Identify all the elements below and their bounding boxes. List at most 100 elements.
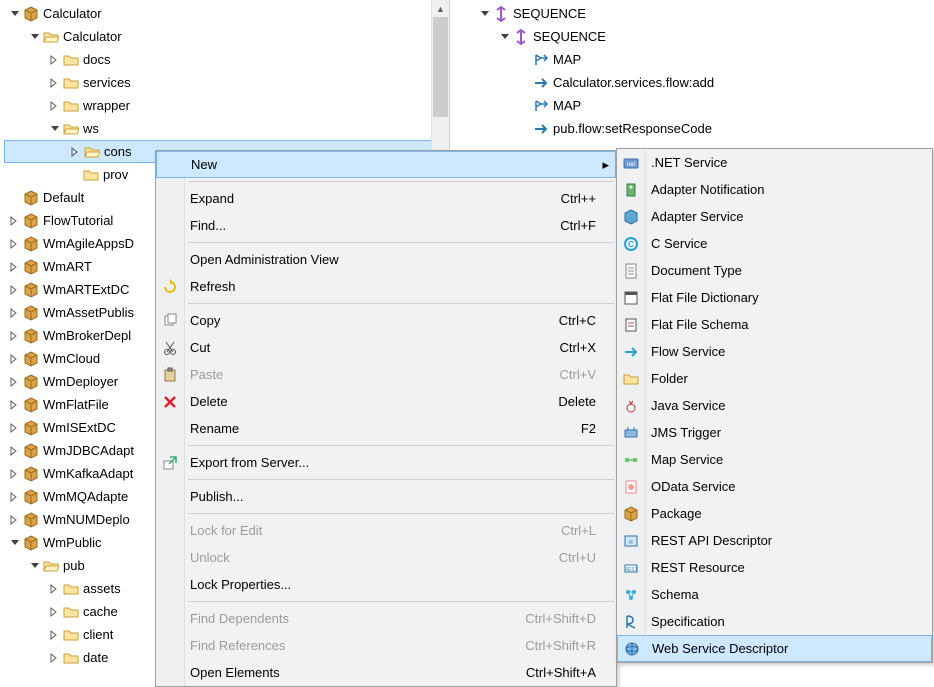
menu-item-label: JMS Trigger: [645, 425, 926, 440]
tree-item-label: WmCloud: [43, 351, 100, 366]
expand-arrow[interactable]: [8, 536, 22, 550]
tree-item[interactable]: SEQUENCE: [474, 25, 934, 48]
expand-arrow[interactable]: [8, 283, 22, 297]
menu-item-accelerator: Ctrl+V: [560, 367, 610, 382]
menu-item[interactable]: Publish...: [156, 483, 616, 510]
expand-arrow[interactable]: [8, 352, 22, 366]
menu-item[interactable]: .NET Service: [617, 149, 932, 176]
menu-item-label: Rename: [184, 421, 581, 436]
menu-item[interactable]: Schema: [617, 581, 932, 608]
expand-arrow[interactable]: [48, 122, 62, 136]
menu-item[interactable]: ExpandCtrl++: [156, 185, 616, 212]
menu-item[interactable]: Refresh: [156, 273, 616, 300]
menu-item[interactable]: Adapter Service: [617, 203, 932, 230]
menu-item[interactable]: Java Service: [617, 392, 932, 419]
menu-item[interactable]: DeleteDelete: [156, 388, 616, 415]
menu-item[interactable]: CopyCtrl+C: [156, 307, 616, 334]
sequence-icon: [513, 29, 529, 45]
map-icon: [533, 98, 549, 114]
tree-item[interactable]: services: [4, 71, 449, 94]
menu-item[interactable]: RenameF2: [156, 415, 616, 442]
menu-item[interactable]: Flow Service: [617, 338, 932, 365]
menu-item[interactable]: CutCtrl+X: [156, 334, 616, 361]
menu-item[interactable]: REST API Descriptor: [617, 527, 932, 554]
invoke-icon: [533, 121, 549, 137]
menu-item[interactable]: Find...Ctrl+F: [156, 212, 616, 239]
expand-arrow[interactable]: [69, 145, 83, 159]
menu-item[interactable]: Adapter Notification: [617, 176, 932, 203]
tree-item[interactable]: docs: [4, 48, 449, 71]
expand-arrow[interactable]: [8, 398, 22, 412]
expand-arrow[interactable]: [48, 651, 62, 665]
tree-item-label: WmMQAdapte: [43, 489, 128, 504]
package-icon: [23, 328, 39, 344]
menu-item[interactable]: Specification: [617, 608, 932, 635]
expand-arrow: [518, 122, 532, 136]
menu-item[interactable]: Web Service Descriptor: [617, 635, 932, 662]
menu-item-label: Lock for Edit: [184, 523, 561, 538]
menu-item[interactable]: Lock Properties...: [156, 571, 616, 598]
expand-arrow[interactable]: [498, 30, 512, 44]
blank-icon: [156, 517, 184, 544]
menu-item[interactable]: REST Resource: [617, 554, 932, 581]
menu-item-label: C Service: [645, 236, 926, 251]
menu-item[interactable]: Flat File Schema: [617, 311, 932, 338]
expand-arrow[interactable]: [8, 375, 22, 389]
tree-item[interactable]: MAP: [474, 94, 934, 117]
expand-arrow: [518, 76, 532, 90]
tree-item[interactable]: SEQUENCE: [474, 2, 934, 25]
expand-arrow[interactable]: [48, 628, 62, 642]
expand-arrow[interactable]: [8, 490, 22, 504]
menu-item[interactable]: Map Service: [617, 446, 932, 473]
expand-arrow[interactable]: [28, 559, 42, 573]
menu-item-label: Paste: [184, 367, 560, 382]
tree-item[interactable]: ws: [4, 117, 449, 140]
map-icon: [533, 52, 549, 68]
expand-arrow[interactable]: [48, 582, 62, 596]
expand-arrow[interactable]: [48, 605, 62, 619]
menu-item[interactable]: Document Type: [617, 257, 932, 284]
tree-item[interactable]: wrapper: [4, 94, 449, 117]
menu-item[interactable]: Package: [617, 500, 932, 527]
tree-item-label: SEQUENCE: [513, 6, 586, 21]
package-icon: [23, 305, 39, 321]
scroll-up-button[interactable]: ▲: [432, 0, 449, 17]
menu-item[interactable]: Open ElementsCtrl+Shift+A: [156, 659, 616, 686]
expand-arrow[interactable]: [8, 237, 22, 251]
java-icon: [617, 392, 645, 419]
expand-arrow[interactable]: [8, 260, 22, 274]
expand-arrow[interactable]: [48, 53, 62, 67]
expand-arrow[interactable]: [478, 7, 492, 21]
expand-arrow[interactable]: [8, 329, 22, 343]
menu-item[interactable]: OData Service: [617, 473, 932, 500]
expand-arrow[interactable]: [8, 7, 22, 21]
tree-item[interactable]: Calculator: [4, 25, 449, 48]
expand-arrow[interactable]: [48, 99, 62, 113]
menu-item[interactable]: C Service: [617, 230, 932, 257]
scrollbar[interactable]: ▲ ▼: [431, 0, 449, 170]
expand-arrow[interactable]: [8, 214, 22, 228]
menu-item[interactable]: New▸: [156, 151, 616, 178]
expand-arrow[interactable]: [48, 76, 62, 90]
menu-item-label: Map Service: [645, 452, 926, 467]
expand-arrow[interactable]: [8, 421, 22, 435]
scroll-thumb[interactable]: [433, 17, 448, 117]
menu-item[interactable]: Folder: [617, 365, 932, 392]
export-icon: [156, 449, 184, 476]
menu-item[interactable]: Export from Server...: [156, 449, 616, 476]
tree-item-label: date: [83, 650, 108, 665]
tree-item[interactable]: pub.flow:setResponseCode: [474, 117, 934, 140]
tree-item[interactable]: Calculator.services.flow:add: [474, 71, 934, 94]
menu-item[interactable]: Flat File Dictionary: [617, 284, 932, 311]
expand-arrow[interactable]: [8, 467, 22, 481]
expand-arrow[interactable]: [8, 444, 22, 458]
expand-arrow[interactable]: [8, 306, 22, 320]
expand-arrow[interactable]: [28, 30, 42, 44]
menu-item[interactable]: JMS Trigger: [617, 419, 932, 446]
adapter-svc-icon: [617, 203, 645, 230]
menu-item[interactable]: Open Administration View: [156, 246, 616, 273]
tree-item[interactable]: MAP: [474, 48, 934, 71]
expand-arrow[interactable]: [8, 513, 22, 527]
tree-item[interactable]: Calculator: [4, 2, 449, 25]
menu-item-label: Flow Service: [645, 344, 926, 359]
